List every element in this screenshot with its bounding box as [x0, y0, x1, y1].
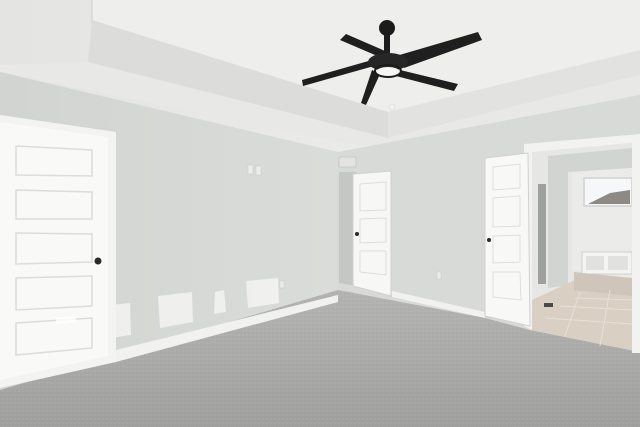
closet-door[interactable]: [0, 115, 116, 388]
bathroom-view: [532, 140, 634, 350]
recessed-light: [388, 103, 396, 111]
right-door[interactable]: [484, 152, 531, 327]
floor-vent-icon: [544, 303, 553, 307]
middle-door[interactable]: [352, 170, 392, 297]
empty-bedroom-photo: [0, 0, 640, 427]
door-knob-icon-middle[interactable]: [355, 232, 359, 236]
door-knob-icon[interactable]: [94, 257, 102, 265]
light-switch-icon: [247, 164, 254, 175]
vent-icon: [338, 156, 357, 168]
light-switch-icon-2: [255, 165, 262, 176]
outlet-icon-back: [436, 271, 442, 280]
door-knob-icon-right[interactable]: [487, 238, 491, 242]
outlet-icon: [279, 280, 285, 289]
